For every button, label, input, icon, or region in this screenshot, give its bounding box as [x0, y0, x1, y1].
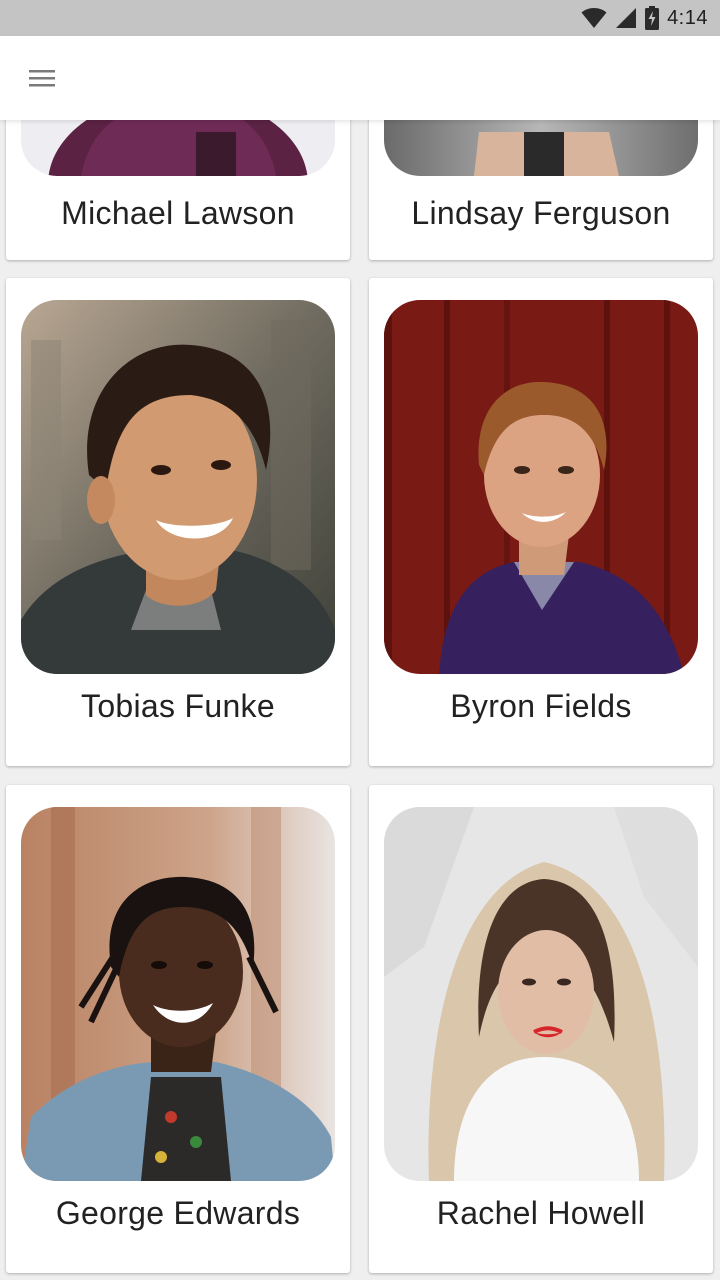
person-photo — [384, 120, 698, 176]
person-name: Michael Lawson — [61, 195, 295, 231]
menu-button[interactable] — [22, 58, 62, 98]
person-photo — [21, 120, 335, 176]
person-photo — [384, 807, 698, 1181]
battery-charging-icon — [645, 6, 660, 30]
person-card[interactable]: Tobias Funke — [6, 278, 350, 766]
top-app-bar — [0, 36, 720, 120]
person-photo — [21, 807, 335, 1181]
person-photo — [384, 300, 698, 674]
person-name: Lindsay Ferguson — [411, 195, 671, 231]
person-card[interactable]: George Edwards — [6, 785, 350, 1273]
person-name: Tobias Funke — [81, 688, 275, 724]
person-name: Byron Fields — [450, 688, 632, 724]
person-card[interactable]: Michael Lawson — [6, 120, 350, 260]
person-name: Rachel Howell — [436, 1195, 646, 1231]
cellular-signal-icon — [615, 7, 637, 29]
person-card[interactable]: Rachel Howell — [369, 785, 713, 1273]
status-bar: 4:14 — [0, 0, 720, 36]
person-photo — [21, 300, 335, 674]
person-card[interactable]: Byron Fields — [369, 278, 713, 766]
status-time: 4:14 — [667, 6, 708, 29]
hamburger-menu-icon — [29, 70, 55, 87]
person-name: George Edwards — [55, 1195, 301, 1231]
wifi-icon — [581, 7, 607, 29]
people-grid[interactable]: Michael Lawson Lindsay Ferguson Tobias F… — [0, 120, 720, 1280]
person-card[interactable]: Lindsay Ferguson — [369, 120, 713, 260]
